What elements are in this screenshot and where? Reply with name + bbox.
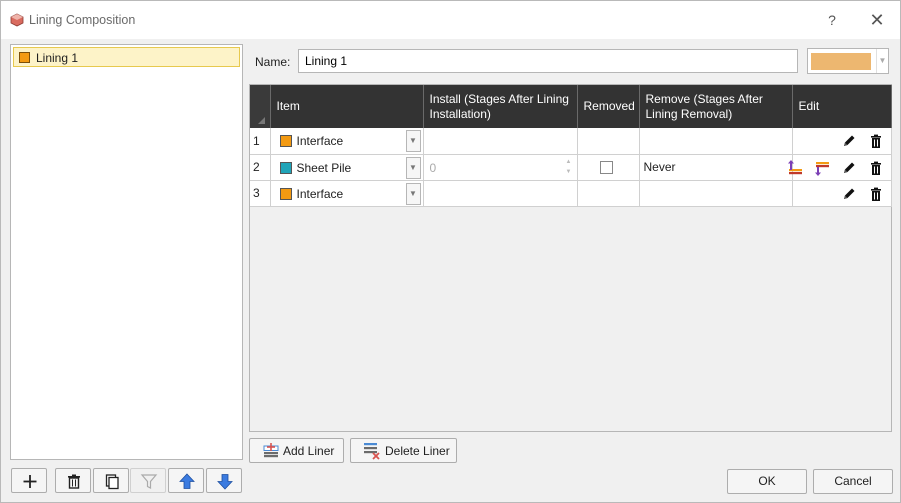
chevron-down-icon[interactable]: ▼ [405,156,421,179]
add-lining-button[interactable] [11,468,47,493]
item-color-swatch [279,187,292,200]
name-label: Name: [255,55,291,69]
move-down-icon [217,474,233,490]
chevron-down-icon[interactable]: ▼ [876,49,888,73]
column-header-install[interactable]: Install (Stages After Lining Installatio… [423,85,578,128]
install-stepper-value[interactable]: 0 [430,161,437,175]
column-header-edit[interactable]: Edit [792,85,892,128]
item-combo[interactable]: Sheet Pile ▼ [273,156,421,179]
title-bar: Lining Composition ? ✕ [1,1,900,39]
remove-cell[interactable] [639,128,793,155]
add-liner-icon [263,443,279,458]
help-button[interactable]: ? [818,7,846,33]
item-cell[interactable]: Interface ▼ [270,128,424,155]
add-liner-label: Add Liner [283,444,335,458]
delete-lining-button[interactable] [55,468,91,493]
item-combo[interactable]: Interface ▼ [273,130,421,152]
trash-icon[interactable] [867,132,885,150]
removed-cell[interactable] [577,180,640,207]
table-row[interactable]: 1 Interface ▼ [250,128,892,155]
lining-list[interactable]: Lining 1 [10,44,243,460]
install-cell[interactable] [423,128,578,155]
lining-color-swatch [19,52,30,63]
cancel-button[interactable]: Cancel [813,469,893,494]
removed-cell[interactable] [577,128,640,155]
column-header-removed[interactable]: Removed [577,85,640,128]
item-label: Interface [296,186,344,201]
lining-color-preview [811,53,871,70]
pencil-icon[interactable] [840,185,858,203]
column-header-item[interactable]: Item [270,85,424,128]
remove-cell[interactable]: Never [639,154,793,181]
lining-color-picker[interactable]: ▼ [807,48,889,74]
item-cell[interactable]: Sheet Pile ▼ [270,154,424,181]
removed-checkbox[interactable] [599,160,613,174]
move-up-button[interactable] [168,468,204,493]
trash-icon[interactable] [867,185,885,203]
install-stage-icon[interactable] [787,159,805,177]
row-number: 1 [250,128,271,155]
remove-stage-icon[interactable] [814,159,832,177]
delete-liner-label: Delete Liner [385,444,450,458]
edit-cell [792,180,892,207]
chevron-down-icon[interactable]: ▼ [405,130,421,152]
move-up-icon [179,473,195,489]
item-combo[interactable]: Interface ▼ [273,182,421,205]
add-icon [23,475,37,488]
delete-liner-button[interactable]: Delete Liner [350,438,457,463]
pencil-icon[interactable] [840,159,858,177]
column-header-remove[interactable]: Remove (Stages After Lining Removal) [639,85,793,128]
lining-list-item[interactable]: Lining 1 [13,47,240,67]
row-number: 3 [250,180,271,207]
edit-cell [792,128,892,155]
window-title: Lining Composition [29,13,136,27]
copy-lining-button[interactable] [93,468,129,493]
chevron-down-icon[interactable]: ▼ [405,182,421,205]
ok-button[interactable]: OK [727,469,807,494]
remove-cell[interactable] [639,180,793,207]
filter-button[interactable] [130,468,166,493]
table-row[interactable]: 3 Interface ▼ [250,180,892,207]
edit-cell [788,154,892,181]
delete-icon [68,474,80,489]
close-button[interactable]: ✕ [863,7,891,33]
trash-icon[interactable] [867,159,885,177]
liner-table: Item Install (Stages After Lining Instal… [250,85,892,207]
install-cell[interactable] [423,180,578,207]
removed-cell[interactable] [577,154,640,181]
stepper-arrows-icon[interactable]: ▲ ▼ [565,157,573,177]
row-number: 2 [250,154,271,181]
item-label: Sheet Pile [296,160,352,175]
name-input[interactable] [298,49,798,73]
grid-corner[interactable] [250,85,271,128]
liner-grid: Item Install (Stages After Lining Instal… [249,84,892,432]
install-cell[interactable]: 0 ▲ ▼ [423,154,578,181]
lining-composition-dialog: Lining Composition ? ✕ Lining 1 Name: Li… [0,0,901,503]
delete-liner-icon [364,443,380,460]
lining-list-item-label: Lining 1 [36,51,79,65]
item-color-swatch [279,135,292,147]
move-down-button[interactable] [206,468,242,493]
item-cell[interactable]: Interface ▼ [270,180,424,207]
pencil-icon[interactable] [840,132,858,150]
copy-icon [105,474,119,490]
add-liner-button[interactable]: Add Liner [249,438,344,463]
table-row[interactable]: 2 Sheet Pile ▼ 0 ▲ ▼ Never [250,154,892,181]
filter-icon [140,474,158,489]
item-color-swatch [279,161,292,174]
item-label: Interface [296,134,344,148]
app-icon [10,13,24,27]
